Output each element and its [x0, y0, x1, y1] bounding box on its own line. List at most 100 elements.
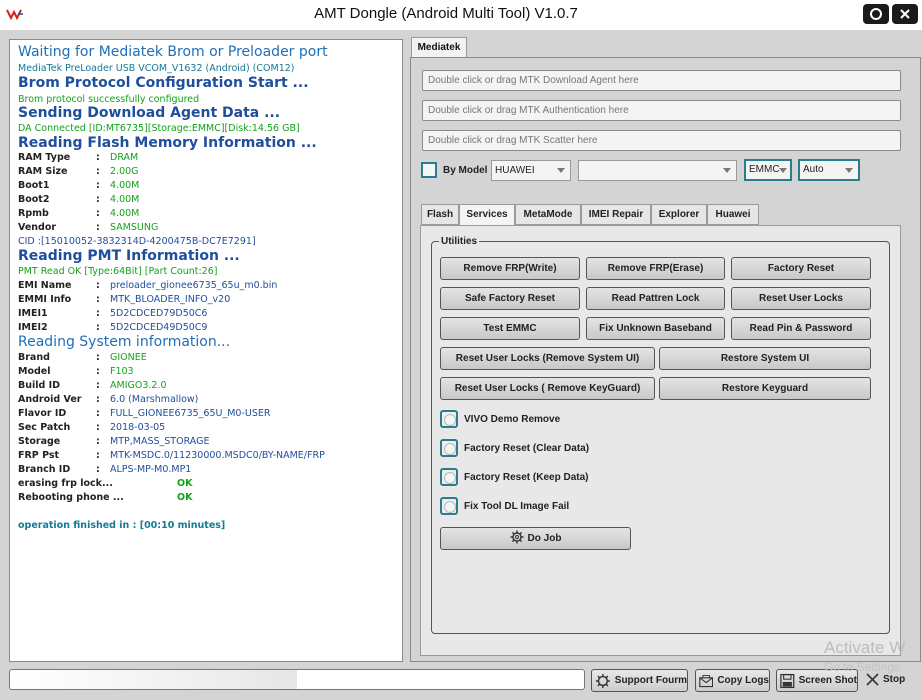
- fix-dl-image-checkbox[interactable]: [440, 497, 458, 515]
- field-label: Boot2: [18, 194, 50, 205]
- reboot-status: OK: [177, 492, 193, 503]
- close-icon: [900, 9, 910, 19]
- tab-huawei[interactable]: Huawei: [707, 204, 759, 225]
- log-panel[interactable]: Waiting for Mediatek Brom or Preloader p…: [9, 39, 403, 662]
- tab-services[interactable]: Services: [459, 204, 515, 226]
- utilities-title: Utilities: [439, 236, 480, 247]
- field-label: FRP Pst: [18, 450, 60, 461]
- log-line: Brom protocol successfully configured: [18, 94, 200, 105]
- reboot-label: Rebooting phone ...: [18, 492, 124, 503]
- brand-select[interactable]: HUAWEI: [491, 160, 571, 181]
- read-pin-password-button[interactable]: Read Pin & Password: [731, 317, 871, 340]
- mode-select-value: Auto: [803, 164, 824, 175]
- gear-icon: [510, 530, 524, 544]
- copy-logs-button[interactable]: Copy Logs: [695, 669, 770, 692]
- field-value: 5D2CDCED79D50C6: [110, 308, 208, 319]
- screenshot-label: Screen Shot: [798, 675, 857, 686]
- field-label: RAM Size: [18, 166, 68, 177]
- reset-locks-remove-keyguard-button[interactable]: Reset User Locks ( Remove KeyGuard): [440, 377, 655, 400]
- model-select[interactable]: [578, 160, 737, 181]
- erase-frp-status: OK: [177, 478, 193, 489]
- factory-reset-keep-checkbox[interactable]: [440, 468, 458, 486]
- factory-reset-button[interactable]: Factory Reset: [731, 257, 871, 280]
- flash-info-list: RAM Type: DRAM RAM Size:2.00G Boot1:4.00M…: [18, 152, 159, 233]
- remove-frp-write-button[interactable]: Remove FRP(Write): [440, 257, 580, 280]
- log-heading: Brom Protocol Configuration Start ...: [18, 75, 309, 91]
- vivo-demo-remove-checkbox[interactable]: [440, 410, 458, 428]
- fix-unknown-baseband-button[interactable]: Fix Unknown Baseband: [586, 317, 725, 340]
- read-pattern-lock-button[interactable]: Read Pattren Lock: [586, 287, 725, 310]
- field-label: Brand: [18, 352, 50, 363]
- authentication-field[interactable]: Double click or drag MTK Authentication …: [422, 100, 901, 121]
- log-line: Waiting for Mediatek Brom or Preloader p…: [18, 44, 328, 60]
- field-label: EMMI Info: [18, 294, 72, 305]
- field-value: 6.0 (Marshmallow): [110, 394, 199, 405]
- close-button[interactable]: [892, 4, 918, 24]
- support-forum-label: Support Fourm: [614, 675, 687, 686]
- tab-flash[interactable]: Flash: [421, 204, 459, 225]
- test-emmc-button[interactable]: Test EMMC: [440, 317, 580, 340]
- field-label: Model: [18, 366, 51, 377]
- activation-watermark: Activate W: [824, 638, 906, 657]
- field-label: Flavor ID: [18, 408, 67, 419]
- scatter-field[interactable]: Double click or drag MTK Scatter here: [422, 130, 901, 151]
- field-value: SAMSUNG: [110, 222, 159, 233]
- field-value: MTK_BLOADER_INFO_v20: [110, 294, 231, 305]
- mode-select[interactable]: Auto: [798, 159, 860, 181]
- download-agent-field[interactable]: Double click or drag MTK Download Agent …: [422, 70, 901, 91]
- copy-logs-label: Copy Logs: [717, 675, 769, 686]
- field-label: Rpmb: [18, 208, 49, 219]
- field-value: preloader_gionee6735_65u_m0.bin: [110, 280, 278, 291]
- system-info-list: Brand: GIONEE Model: F103 Build ID: AMIGO3.…: [18, 352, 325, 475]
- remove-frp-erase-button[interactable]: Remove FRP(Erase): [586, 257, 725, 280]
- tab-explorer[interactable]: Explorer: [651, 204, 707, 225]
- close-icon: [866, 673, 879, 686]
- tab-metamode[interactable]: MetaMode: [515, 204, 581, 225]
- reset-locks-remove-systemui-button[interactable]: Reset User Locks (Remove System UI): [440, 347, 655, 370]
- log-heading: Sending Download Agent Data ...: [18, 105, 281, 121]
- field-value: 4.00M: [110, 208, 140, 219]
- tab-mediatek[interactable]: Mediatek: [411, 37, 467, 58]
- erase-frp-label: erasing frp lock...: [18, 478, 113, 489]
- save-icon: [780, 673, 795, 688]
- fix-dl-image-label: Fix Tool DL Image Fail: [464, 501, 570, 512]
- restore-keyguard-button[interactable]: Restore Keyguard: [659, 377, 871, 400]
- field-value: GIONEE: [110, 352, 147, 363]
- log-line: MediaTek PreLoader USB VCOM_V1632 (Andro…: [18, 63, 295, 74]
- field-value: 2018-03-05: [110, 422, 166, 433]
- do-job-button[interactable]: Do Job: [440, 527, 631, 550]
- window-controls: [863, 4, 918, 24]
- field-label: Build ID: [18, 380, 61, 391]
- log-line: DA Connected [ID:MT6735][Storage:EMMC][D…: [18, 123, 300, 134]
- theme-toggle-button[interactable]: [863, 4, 889, 24]
- storage-select[interactable]: EMMC: [744, 159, 792, 181]
- activation-watermark-sub: Go to Settings: [824, 660, 901, 674]
- tab-imei-repair[interactable]: IMEI Repair: [581, 204, 651, 225]
- field-value: ALPS-MP-M0.MP1: [110, 464, 192, 475]
- safe-factory-reset-button[interactable]: Safe Factory Reset: [440, 287, 580, 310]
- by-model-checkbox[interactable]: [421, 162, 437, 178]
- field-value: 2.00G: [110, 166, 139, 177]
- reset-user-locks-button[interactable]: Reset User Locks: [731, 287, 871, 310]
- factory-reset-clear-checkbox[interactable]: [440, 439, 458, 457]
- factory-reset-clear-label: Factory Reset (Clear Data): [464, 443, 590, 454]
- restore-systemui-button[interactable]: Restore System UI: [659, 347, 871, 370]
- vivo-demo-remove-label: VIVO Demo Remove: [464, 414, 561, 425]
- field-label: Vendor: [18, 222, 57, 233]
- chevron-down-icon: [845, 168, 853, 173]
- field-label: Android Ver: [18, 394, 82, 405]
- pmt-info-list: EMI Name: preloader_gionee6735_65u_m0.bin…: [18, 280, 278, 333]
- field-value: DRAM: [110, 152, 139, 163]
- cid-line: CID :[15010052-3832314D-4200475B-DC7E729…: [18, 236, 256, 247]
- toggle-icon: [870, 8, 882, 20]
- field-label: Branch ID: [18, 464, 71, 475]
- stop-button[interactable]: Stop: [866, 673, 905, 686]
- do-job-label: Do Job: [527, 533, 562, 544]
- log-heading: Reading System information...: [18, 334, 231, 350]
- progress-bar: [9, 669, 585, 690]
- log-line: PMT Read OK [Type:64Bit] [Part Count:26]: [18, 266, 218, 277]
- stop-label: Stop: [883, 674, 906, 685]
- field-value: FULL_GIONEE6735_65U_M0-USER: [110, 408, 271, 419]
- support-forum-button[interactable]: Support Fourm: [591, 669, 688, 692]
- field-label: EMI Name: [18, 280, 72, 291]
